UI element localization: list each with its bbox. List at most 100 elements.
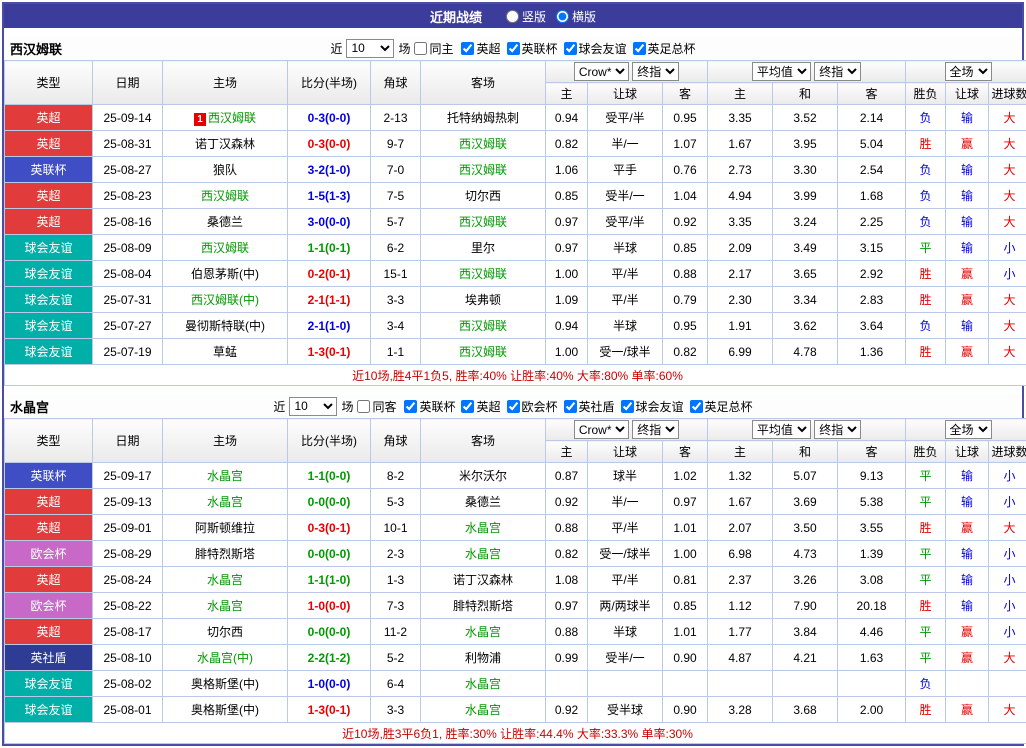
same-side-filter[interactable]: 同主: [414, 40, 453, 57]
handicap-cell: 平/半: [588, 515, 663, 541]
league-filter[interactable]: 英足总杯: [690, 398, 753, 415]
away-team-cell: 西汉姆联: [421, 313, 546, 339]
horizontal-radio-input[interactable]: [556, 10, 569, 23]
league-checkbox[interactable]: [621, 400, 634, 413]
odds-away-cell: 0.85: [663, 235, 708, 261]
col-type: 类型: [5, 61, 93, 105]
date-cell: 25-08-24: [93, 567, 163, 593]
league-filter[interactable]: 英联杯: [404, 398, 455, 415]
handicap-result-cell: 输: [946, 567, 989, 593]
league-checkbox[interactable]: [690, 400, 703, 413]
odds-source-select[interactable]: Crow*: [574, 62, 629, 81]
avg-away-cell: 5.38: [838, 489, 906, 515]
avg-away-cell: 2.92: [838, 261, 906, 287]
score-cell: 3-0(0-0): [288, 209, 371, 235]
away-team-name: 西汉姆联: [459, 267, 507, 281]
league-checkbox[interactable]: [564, 400, 577, 413]
average-select[interactable]: 平均值: [752, 62, 811, 81]
home-team-name: 水晶宫: [207, 573, 243, 587]
date-cell: 25-08-22: [93, 593, 163, 619]
home-team-cell: 水晶宫: [163, 567, 288, 593]
final-index-select-2[interactable]: 终指: [814, 62, 861, 81]
avg-draw-cell: 7.90: [773, 593, 838, 619]
odds-home-cell: 0.85: [546, 183, 588, 209]
match-row: 球会友谊25-08-09西汉姆联1-1(0-1)6-2里尔0.97半球0.852…: [5, 235, 1026, 261]
odds-home-cell: 0.92: [546, 489, 588, 515]
home-team-cell: 水晶宫(中): [163, 645, 288, 671]
league-filter[interactable]: 英足总杯: [633, 40, 696, 57]
result-cell: 负: [906, 313, 946, 339]
league-label: 球会友谊: [636, 398, 684, 415]
same-side-checkbox[interactable]: [357, 400, 370, 413]
home-team-cell: 草蜢: [163, 339, 288, 365]
same-side-filter[interactable]: 同客: [357, 398, 396, 415]
layout-radio-vertical[interactable]: 竖版: [506, 8, 546, 25]
league-filter[interactable]: 球会友谊: [564, 40, 627, 57]
league-filter[interactable]: 英超: [461, 40, 500, 57]
league-filter[interactable]: 英联杯: [507, 40, 558, 57]
avg-draw-cell: 4.21: [773, 645, 838, 671]
league-checkbox[interactable]: [564, 42, 577, 55]
summary-row: 近10场,胜4平1负5, 胜率:40% 让胜率:40% 大率:80% 单率:60…: [5, 365, 1026, 386]
away-team-name: 水晶宫: [465, 521, 501, 535]
col-odds-away: 客: [663, 83, 708, 105]
average-select[interactable]: 平均值: [752, 420, 811, 439]
date-cell: 25-08-31: [93, 131, 163, 157]
avg-home-cell: 2.17: [708, 261, 773, 287]
goals-cell: 大: [989, 131, 1026, 157]
league-filter[interactable]: 球会友谊: [621, 398, 684, 415]
avg-home-cell: 2.73: [708, 157, 773, 183]
col-home: 主场: [163, 61, 288, 105]
col-goals: 进球数: [989, 83, 1026, 105]
final-index-select-2[interactable]: 终指: [814, 420, 861, 439]
match-row: 英超25-09-01阿斯顿维拉0-3(0-1)10-1水晶宫0.88平/半1.0…: [5, 515, 1026, 541]
league-filter[interactable]: 欧会杯: [507, 398, 558, 415]
avg-away-cell: 9.13: [838, 463, 906, 489]
corners-cell: 1-3: [371, 567, 421, 593]
type-cell: 球会友谊: [5, 287, 93, 313]
col-away: 客场: [421, 61, 546, 105]
league-filters: 英超英联杯球会友谊英足总杯: [461, 40, 695, 57]
away-team-cell: 西汉姆联: [421, 339, 546, 365]
goals-cell: 小: [989, 593, 1026, 619]
league-checkbox[interactable]: [633, 42, 646, 55]
league-checkbox[interactable]: [461, 400, 474, 413]
league-checkbox[interactable]: [404, 400, 417, 413]
league-checkbox[interactable]: [461, 42, 474, 55]
result-cell: 胜: [906, 261, 946, 287]
match-count-select[interactable]: 10: [289, 397, 337, 416]
match-row: 英超25-08-23西汉姆联1-5(1-3)7-5切尔西0.85受半/一1.04…: [5, 183, 1026, 209]
score-cell: 2-1(1-1): [288, 287, 371, 313]
goals-cell: 大: [989, 645, 1026, 671]
score-cell: 1-0(0-0): [288, 671, 371, 697]
final-index-select[interactable]: 终指: [632, 62, 679, 81]
league-filter[interactable]: 英社盾: [564, 398, 615, 415]
league-checkbox[interactable]: [507, 400, 520, 413]
match-row: 欧会杯25-08-29腓特烈斯塔0-0(0-0)2-3水晶宫0.82受一/球半1…: [5, 541, 1026, 567]
away-team-cell: 西汉姆联: [421, 131, 546, 157]
handicap-cell: 半/一: [588, 131, 663, 157]
layout-radio-horizontal[interactable]: 横版: [556, 8, 596, 25]
avg-draw-cell: 3.65: [773, 261, 838, 287]
final-index-select[interactable]: 终指: [632, 420, 679, 439]
odds-source-select[interactable]: Crow*: [574, 420, 629, 439]
full-match-select[interactable]: 全场: [945, 420, 992, 439]
match-row: 英社盾25-08-10水晶宫(中)2-2(1-2)5-2利物浦0.99受半/一0…: [5, 645, 1026, 671]
league-filter[interactable]: 英超: [461, 398, 500, 415]
avg-home-cell: 6.99: [708, 339, 773, 365]
match-count-select[interactable]: 10: [346, 39, 394, 58]
vertical-radio-input[interactable]: [506, 10, 519, 23]
col-result: 胜负: [906, 83, 946, 105]
avg-home-cell: 4.94: [708, 183, 773, 209]
corners-cell: 7-5: [371, 183, 421, 209]
table-header-groups: 类型 日期 主场 比分(半场) 角球 客场 Crow* 终指 平均值 终指: [5, 419, 1026, 441]
league-checkbox[interactable]: [507, 42, 520, 55]
avg-away-cell: 3.15: [838, 235, 906, 261]
handicap-result-cell: [946, 671, 989, 697]
type-cell: 英超: [5, 619, 93, 645]
full-match-select[interactable]: 全场: [945, 62, 992, 81]
handicap-result-cell: 输: [946, 541, 989, 567]
col-odds-home: 主: [546, 441, 588, 463]
away-team-name: 西汉姆联: [459, 345, 507, 359]
same-side-checkbox[interactable]: [414, 42, 427, 55]
